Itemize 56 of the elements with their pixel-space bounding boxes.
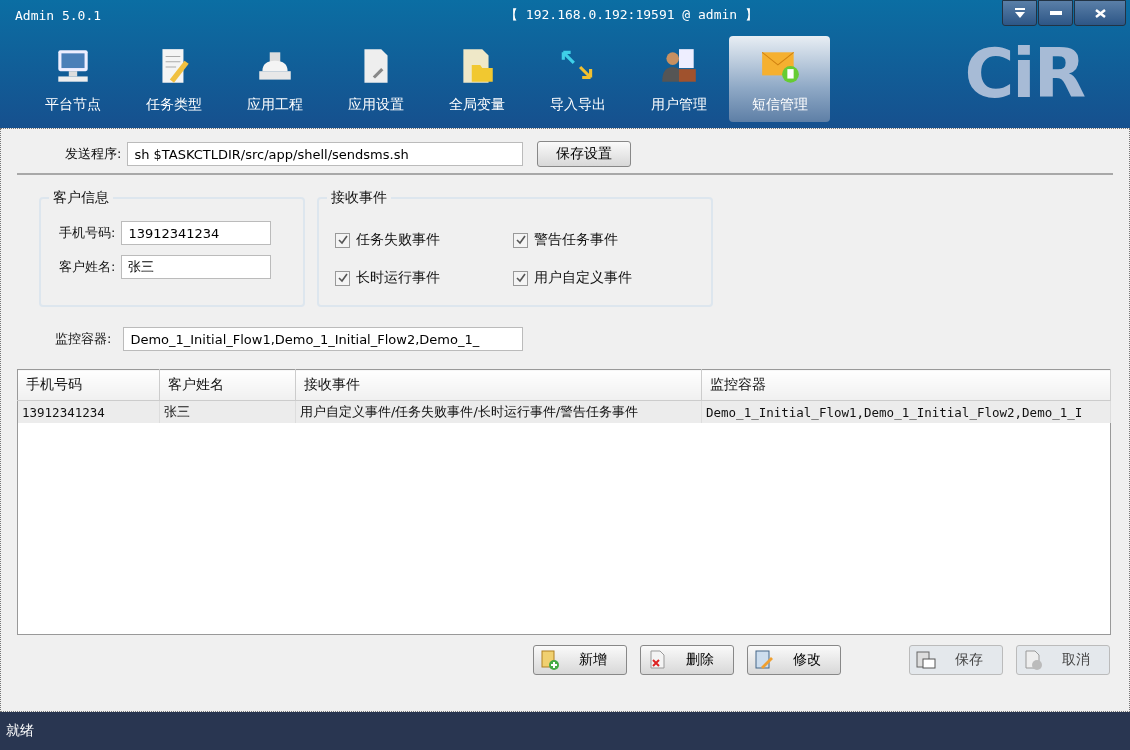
toolbar-tab[interactable]: 平台节点 xyxy=(22,36,123,122)
event-checkbox[interactable]: 用户自定义事件 xyxy=(513,269,691,287)
save-icon xyxy=(916,650,936,670)
action-button[interactable]: 新增 xyxy=(533,645,627,675)
monitor-field[interactable]: Demo_1_Initial_Flow1,Demo_1_Initial_Flow2,Demo_1_ xyxy=(123,327,524,351)
dropdown-icon xyxy=(1013,7,1026,19)
checkbox[interactable] xyxy=(335,232,350,248)
toolbar-tab[interactable]: 全局变量 xyxy=(426,36,527,122)
connection-info: 【 192.168.0.192:19591 @ admin 】 xyxy=(505,6,758,24)
group-title: 客户信息 xyxy=(52,189,110,207)
document-add-icon xyxy=(540,650,560,670)
window-title: Admin 5.0.1 xyxy=(15,7,103,23)
action-button[interactable]: 修改 xyxy=(747,645,841,675)
toolbar-tab[interactable]: 应用工程 xyxy=(224,36,325,122)
table-cell: 13912341234 xyxy=(17,400,160,423)
column-header[interactable]: 接收事件 xyxy=(295,369,702,401)
checkbox[interactable] xyxy=(513,232,528,248)
status-text: 就绪 xyxy=(0,712,1130,750)
checkbox[interactable] xyxy=(335,270,350,286)
toolbar-tab[interactable]: 任务类型 xyxy=(123,36,224,122)
column-header[interactable]: 客户姓名 xyxy=(159,369,296,401)
dropdown-button[interactable] xyxy=(1002,0,1037,26)
minimize-button[interactable] xyxy=(1038,0,1073,26)
minimize-icon xyxy=(1049,11,1062,15)
table-cell: Demo_1_Initial_Flow1,Demo_1_Initial_Flow2,Demo_1_I xyxy=(701,400,1111,423)
document-delete-icon xyxy=(647,650,667,670)
field-label: 手机号码: xyxy=(59,224,116,242)
action-button[interactable]: 删除 xyxy=(640,645,734,675)
column-header[interactable]: 监控容器 xyxy=(701,369,1111,401)
close-icon xyxy=(1094,8,1106,18)
cancel-icon xyxy=(1023,650,1043,670)
toolbar-tab[interactable]: 应用设置 xyxy=(325,36,426,122)
check-icon xyxy=(337,235,348,245)
close-button[interactable] xyxy=(1074,0,1126,26)
field-label: 发送程序: xyxy=(65,145,122,163)
check-icon xyxy=(515,235,526,245)
logo: CiR xyxy=(964,40,1084,108)
checkbox[interactable] xyxy=(513,270,528,286)
event-checkbox[interactable]: 任务失败事件 xyxy=(335,231,513,249)
group-title: 接收事件 xyxy=(330,189,388,207)
table-cell: 用户自定义事件/任务失败事件/长时运行事件/警告任务事件 xyxy=(295,400,702,423)
table-cell: 张三 xyxy=(159,400,296,423)
toolbar-tab[interactable]: 导入导出 xyxy=(527,36,628,122)
phone-field[interactable]: 13912341234 xyxy=(121,221,272,245)
field-label: 监控容器: xyxy=(55,330,112,348)
check-icon xyxy=(337,273,348,283)
name-field[interactable]: 张三 xyxy=(121,255,272,279)
column-header[interactable]: 手机号码 xyxy=(17,369,160,401)
check-icon xyxy=(515,273,526,283)
field-label: 客户姓名: xyxy=(59,258,116,276)
save-settings-button[interactable]: 保存设置 xyxy=(537,141,632,167)
toolbar-tab[interactable]: 用户管理 xyxy=(628,36,729,122)
send-program-field[interactable]: sh $TASKCTLDIR/src/app/shell/sendsms.sh xyxy=(127,142,524,166)
event-checkbox[interactable]: 长时运行事件 xyxy=(335,269,513,287)
event-checkbox[interactable]: 警告任务事件 xyxy=(513,231,691,249)
notebook-pencil-icon xyxy=(754,650,774,670)
